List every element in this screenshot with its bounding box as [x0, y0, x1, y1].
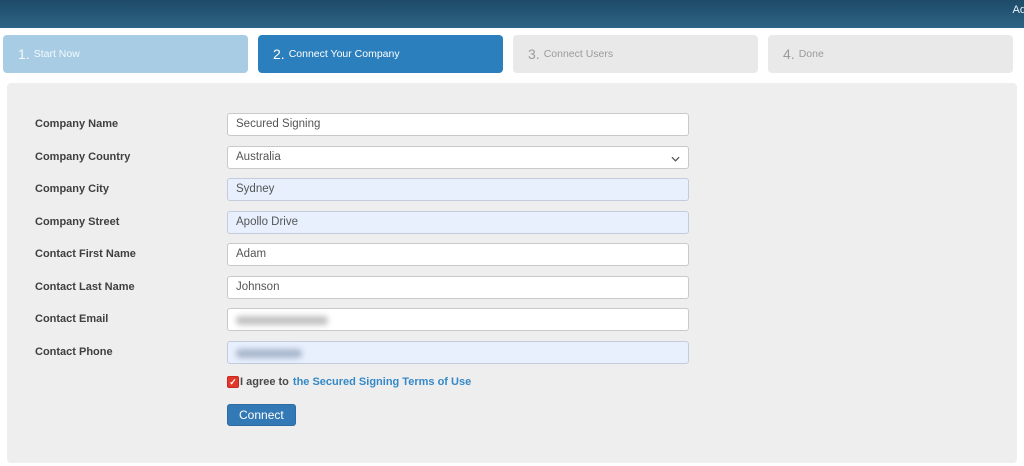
- checkmark-icon: ✓: [229, 377, 237, 387]
- terms-agreement-row: ✓ I agree to the Secured Signing Terms o…: [227, 375, 471, 389]
- agree-text: I agree to: [240, 376, 289, 388]
- step-done[interactable]: 4. Done: [768, 35, 1013, 73]
- form-row: Company City Sydney: [0, 178, 1024, 201]
- step-number: 4.: [783, 46, 795, 62]
- form-row: Contact First Name Adam: [0, 243, 1024, 266]
- company-country-select[interactable]: Australia: [227, 146, 689, 169]
- connect-button[interactable]: Connect: [227, 404, 296, 426]
- form-row: Company Country Australia: [0, 146, 1024, 169]
- company-street-label: Company Street: [35, 216, 120, 228]
- redacted-phone-value: [236, 349, 302, 358]
- step-label: Connect Users: [543, 48, 614, 60]
- company-city-label: Company City: [35, 183, 109, 195]
- company-city-value: Sydney: [236, 183, 275, 195]
- contact-first-name-value: Adam: [236, 248, 267, 260]
- company-country-label: Company Country: [35, 151, 131, 163]
- navbar-right-text[interactable]: Ad: [1013, 4, 1024, 16]
- company-street-input[interactable]: Apollo Drive: [227, 211, 689, 234]
- contact-last-name-input[interactable]: Johnson: [227, 276, 689, 299]
- step-connect-users[interactable]: 3. Connect Users: [513, 35, 758, 73]
- contact-first-name-input[interactable]: Adam: [227, 243, 689, 266]
- step-number: 3.: [528, 46, 540, 62]
- terms-of-use-link[interactable]: the Secured Signing Terms of Use: [293, 376, 471, 388]
- form-row: Contact Phone: [0, 341, 1024, 364]
- company-street-value: Apollo Drive: [236, 216, 298, 228]
- contact-phone-label: Contact Phone: [35, 346, 113, 358]
- step-number: 2.: [273, 46, 285, 62]
- company-city-input[interactable]: Sydney: [227, 178, 689, 201]
- top-navbar: Ad: [0, 0, 1024, 28]
- form-card: [7, 83, 1017, 463]
- contact-phone-input[interactable]: [227, 341, 689, 364]
- contact-email-input[interactable]: [227, 308, 689, 331]
- chevron-down-icon: [671, 156, 680, 162]
- company-country-value: Australia: [236, 151, 281, 163]
- form-row: Contact Last Name Johnson: [0, 276, 1024, 299]
- step-label: Connect Your Company: [288, 48, 400, 60]
- redacted-email-value: [236, 316, 328, 325]
- company-name-label: Company Name: [35, 118, 119, 130]
- step-connect-your-company[interactable]: 2. Connect Your Company: [258, 35, 503, 73]
- company-name-value: Secured Signing: [236, 118, 321, 130]
- step-label: Start Now: [33, 48, 80, 60]
- form-row: Contact Email: [0, 308, 1024, 331]
- contact-last-name-label: Contact Last Name: [35, 281, 135, 293]
- terms-checkbox[interactable]: ✓: [227, 376, 239, 388]
- step-start-now[interactable]: 1. Start Now: [3, 35, 248, 73]
- form-row: Company Name Secured Signing: [0, 113, 1024, 136]
- contact-email-label: Contact Email: [35, 313, 109, 325]
- step-label: Done: [798, 48, 824, 60]
- company-name-input[interactable]: Secured Signing: [227, 113, 689, 136]
- form-row: Company Street Apollo Drive: [0, 211, 1024, 234]
- step-number: 1.: [18, 46, 30, 62]
- contact-last-name-value: Johnson: [236, 281, 280, 293]
- contact-first-name-label: Contact First Name: [35, 248, 136, 260]
